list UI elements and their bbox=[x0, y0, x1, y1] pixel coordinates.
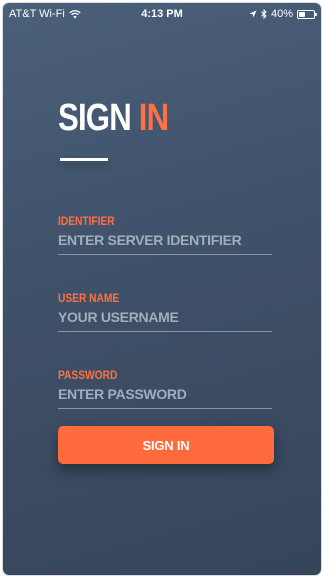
sign-in-button[interactable]: SIGN IN bbox=[58, 426, 274, 464]
username-input[interactable] bbox=[58, 309, 272, 332]
battery-level bbox=[299, 11, 305, 17]
title-underline bbox=[60, 158, 108, 161]
identifier-field: IDENTIFIER bbox=[58, 214, 272, 255]
status-right: 40% bbox=[249, 8, 317, 20]
username-label: USER NAME bbox=[58, 291, 120, 305]
password-label: PASSWORD bbox=[58, 368, 118, 382]
login-screen: AT&T Wi-Fi 4:13 PM 40% SIGN IN IDENTIFIE… bbox=[3, 3, 321, 575]
page-title: SIGN IN bbox=[58, 97, 169, 139]
status-bar: AT&T Wi-Fi 4:13 PM 40% bbox=[3, 3, 321, 25]
title-in: IN bbox=[138, 97, 169, 139]
password-input[interactable] bbox=[58, 386, 272, 409]
identifier-label: IDENTIFIER bbox=[58, 214, 115, 228]
username-field: USER NAME bbox=[58, 291, 272, 332]
battery-percent: 40% bbox=[270, 8, 293, 20]
identifier-input[interactable] bbox=[58, 232, 272, 255]
location-arrow-icon bbox=[249, 10, 257, 18]
title-sign: SIGN bbox=[58, 97, 132, 139]
battery-icon bbox=[297, 9, 317, 19]
bluetooth-icon bbox=[261, 9, 267, 19]
password-field: PASSWORD bbox=[58, 368, 272, 409]
